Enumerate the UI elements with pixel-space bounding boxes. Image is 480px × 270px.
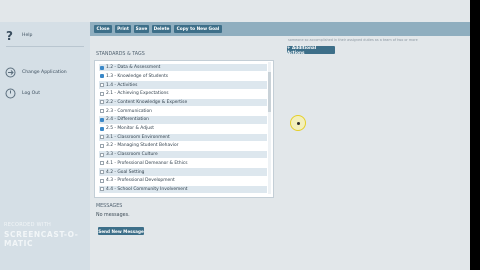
checkbox-icon[interactable] xyxy=(100,170,104,175)
standard-row[interactable]: 4.2 - Goal Setting xyxy=(99,168,267,176)
save-button[interactable]: Save xyxy=(134,25,149,33)
standard-row[interactable]: 3.1 - Classroom Environment xyxy=(99,133,267,141)
standard-row[interactable]: 2.5 - Monitor & Adjust xyxy=(99,125,267,132)
standard-row[interactable]: 4.4 - School Community Involvement xyxy=(99,185,267,194)
print-button[interactable]: Print xyxy=(115,25,131,33)
checkbox-icon[interactable] xyxy=(100,100,104,105)
standard-label: 2.1 - Achieving Expectations xyxy=(106,91,169,97)
standard-label: 2.2 - Content Knowledge & Expertise xyxy=(106,99,188,105)
delete-button[interactable]: Delete xyxy=(152,25,171,33)
standard-row[interactable]: 2.2 - Content Knowledge & Expertise xyxy=(99,98,267,107)
standard-row[interactable]: 1.3 - Knowledge of Students xyxy=(99,73,267,80)
standard-row[interactable]: 2.4 - Differentiation xyxy=(99,116,267,124)
copy-to-new-goal-button[interactable]: Copy to New Goal xyxy=(174,25,222,33)
standards-scrollbar[interactable] xyxy=(268,62,271,194)
sidebar-item-label: Change Application xyxy=(22,69,67,75)
standard-row[interactable]: 3.2 - Managing Student Behavior xyxy=(99,142,267,149)
standard-label: 1.3 - Knowledge of Students xyxy=(106,73,169,79)
standard-label: 4.1 - Professional Demeanor & Ethics xyxy=(106,160,188,166)
standard-label: 4.3 - Professional Development xyxy=(106,178,175,184)
standard-row[interactable]: 4.3 - Professional Development xyxy=(99,177,267,184)
recording-watermark: RECORDED WITH SCREENCAST-O-MATIC xyxy=(2,222,86,248)
divider xyxy=(6,46,84,47)
question-icon: ? xyxy=(4,29,16,41)
close-button[interactable]: Close xyxy=(94,25,112,33)
standard-label: 1.4 - Activities xyxy=(106,82,138,88)
checkbox-icon[interactable] xyxy=(100,143,104,148)
messages-empty-text: No messages. xyxy=(96,213,130,218)
standard-label: 2.4 - Differentiation xyxy=(106,117,149,123)
standard-label: 4.2 - Goal Setting xyxy=(106,169,145,175)
standard-label: 3.1 - Classroom Environment xyxy=(106,134,170,140)
checkbox-icon[interactable] xyxy=(100,152,104,157)
svg-text:?: ? xyxy=(6,29,13,41)
standard-row[interactable]: 1.4 - Activities xyxy=(99,81,267,89)
standard-label: 3.2 - Managing Student Behavior xyxy=(106,143,179,149)
standards-list: 1.2 - Data & Assessment 1.3 - Knowledge o… xyxy=(94,60,274,198)
sidebar-item-change-application[interactable]: Change Application xyxy=(0,64,90,80)
sidebar-item-log-out[interactable]: Log Out xyxy=(0,85,90,101)
standard-label: 4.4 - School Community Involvement xyxy=(106,186,188,192)
logout-icon xyxy=(4,87,16,99)
watermark-line-1: RECORDED WITH xyxy=(4,222,52,228)
standard-label: 1.2 - Data & Assessment xyxy=(106,65,161,71)
checked-checkbox-icon[interactable] xyxy=(100,126,104,131)
standard-label: 2.5 - Monitor & Adjust xyxy=(106,126,154,132)
sidebar-item-help[interactable]: ? Help xyxy=(0,27,90,43)
watermark-line-2: SCREENCAST-O-MATIC xyxy=(4,230,79,248)
checkbox-icon[interactable] xyxy=(100,178,104,183)
standards-heading: STANDARDS & TAGS xyxy=(96,52,145,57)
change-app-icon xyxy=(4,66,16,78)
messages-heading: MESSAGES xyxy=(96,204,123,209)
standard-row[interactable]: 2.3 - Communication xyxy=(99,108,267,115)
send-new-message-button[interactable]: Send New Message xyxy=(98,227,144,235)
standard-row[interactable]: 3.3 - Classroom Culture xyxy=(99,151,267,159)
checked-checkbox-icon[interactable] xyxy=(100,74,104,79)
checkbox-icon[interactable] xyxy=(100,83,104,88)
checkbox-icon[interactable] xyxy=(100,135,104,140)
checked-checkbox-icon[interactable] xyxy=(100,117,104,122)
checked-checkbox-icon[interactable] xyxy=(100,65,104,70)
checkbox-icon[interactable] xyxy=(100,91,104,96)
standard-row[interactable]: 1.2 - Data & Assessment xyxy=(99,64,267,72)
additional-actions-button[interactable]: + Additional Actions xyxy=(287,45,335,55)
standard-label: 3.3 - Classroom Culture xyxy=(106,152,158,158)
checkbox-icon[interactable] xyxy=(100,187,104,192)
checkbox-icon[interactable] xyxy=(100,161,104,166)
toolbar: Close Print Save Delete Copy to New Goal xyxy=(90,22,470,36)
scrollbar-thumb[interactable] xyxy=(268,72,271,112)
standard-row[interactable]: 2.1 - Achieving Expectations xyxy=(99,90,267,97)
standard-label: 2.3 - Communication xyxy=(106,108,152,114)
mouse-cursor xyxy=(297,122,300,125)
checkbox-icon[interactable] xyxy=(100,109,104,114)
standard-row[interactable]: 4.1 - Professional Demeanor & Ethics xyxy=(99,160,267,167)
goal-description-text: someone so accomplished in their assigne… xyxy=(288,38,418,42)
app-window: Close Print Save Delete Copy to New Goal… xyxy=(0,0,470,270)
sidebar-item-label: Help xyxy=(22,32,33,38)
sidebar-item-label: Log Out xyxy=(22,90,40,96)
